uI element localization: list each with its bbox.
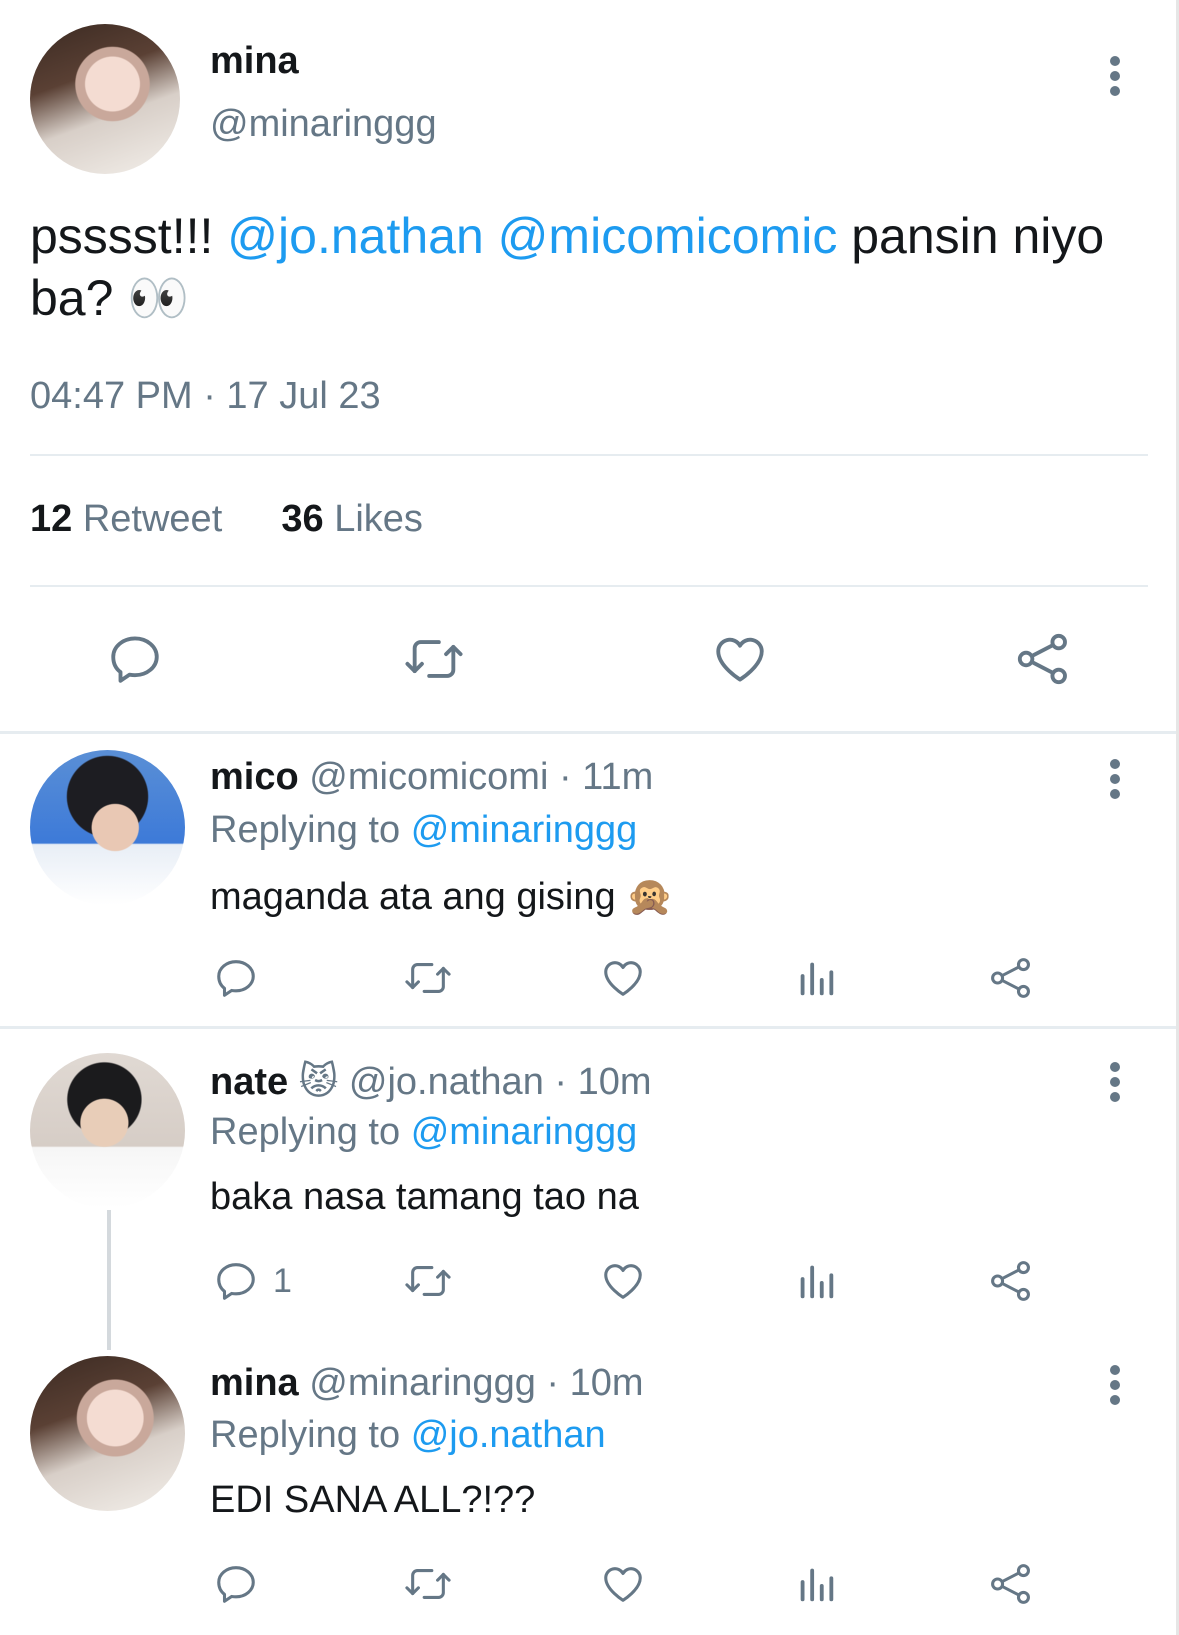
share-icon[interactable] bbox=[988, 1258, 1034, 1304]
divider bbox=[0, 731, 1176, 734]
retweet-icon[interactable] bbox=[402, 1258, 454, 1304]
more-icon[interactable] bbox=[1109, 1365, 1121, 1405]
like-icon[interactable] bbox=[600, 1561, 646, 1607]
mention-link[interactable]: @minaringgg bbox=[411, 1111, 638, 1153]
reply-text: EDI SANA ALL?!?? bbox=[210, 1479, 536, 1521]
author-handle[interactable]: @micomicomi bbox=[309, 756, 548, 798]
likes-label[interactable]: Likes bbox=[334, 498, 423, 540]
reply-header: mina @minaringgg · 10m bbox=[210, 1362, 644, 1405]
more-icon[interactable] bbox=[1109, 1062, 1121, 1102]
reply-time: · 11m bbox=[558, 756, 654, 798]
divider bbox=[30, 585, 1148, 587]
share-icon[interactable] bbox=[988, 1561, 1034, 1607]
divider bbox=[30, 454, 1148, 456]
like-icon[interactable] bbox=[600, 955, 646, 1001]
reply-text: maganda ata ang gising 🙊 bbox=[210, 876, 674, 918]
reply-icon[interactable]: 1 bbox=[213, 1258, 292, 1304]
avatar[interactable] bbox=[30, 1053, 185, 1208]
thread-line bbox=[107, 1210, 111, 1350]
replying-to: Replying to @jo.nathan bbox=[210, 1414, 606, 1457]
author-handle[interactable]: @minaringgg bbox=[210, 103, 437, 146]
reply-count: 1 bbox=[273, 1261, 292, 1300]
author-name[interactable]: mina bbox=[210, 40, 299, 83]
retweet-label[interactable]: Retweet bbox=[83, 498, 222, 540]
reply-time: · 10m bbox=[546, 1362, 644, 1404]
mention-link[interactable]: @jo.nathan bbox=[227, 208, 484, 264]
likes-count[interactable]: 36 bbox=[281, 498, 323, 540]
retweet-icon[interactable] bbox=[402, 1561, 454, 1607]
author-name[interactable]: nate bbox=[210, 1061, 288, 1103]
reply-time: · 10m bbox=[554, 1061, 652, 1103]
avatar[interactable] bbox=[30, 24, 180, 174]
replying-label: Replying to bbox=[210, 809, 401, 851]
avatar[interactable] bbox=[30, 750, 185, 905]
mention-link[interactable]: @minaringgg bbox=[411, 809, 638, 851]
share-icon[interactable] bbox=[1014, 630, 1072, 688]
retweet-icon[interactable] bbox=[402, 955, 454, 1001]
tweet-text: psssst!!! @jo.nathan @micomicomic pansin… bbox=[30, 205, 1150, 329]
author-handle[interactable]: @minaringgg bbox=[309, 1362, 536, 1404]
mention-link[interactable]: @jo.nathan bbox=[411, 1414, 606, 1456]
reply-icon[interactable] bbox=[213, 955, 259, 1001]
reply-header: mico @micomicomi · 11m bbox=[210, 756, 653, 799]
share-icon[interactable] bbox=[988, 955, 1034, 1001]
retweet-icon[interactable] bbox=[402, 630, 466, 688]
replying-to: Replying to @minaringgg bbox=[210, 1111, 637, 1154]
views-icon[interactable] bbox=[793, 1561, 839, 1607]
timestamp: 04:47 PM · 17 Jul 23 bbox=[30, 375, 381, 417]
reply-header: nate 😾 @jo.nathan · 10m bbox=[210, 1059, 652, 1104]
reply-icon[interactable] bbox=[213, 1561, 259, 1607]
more-icon[interactable] bbox=[1109, 759, 1121, 799]
replying-label: Replying to bbox=[210, 1414, 401, 1456]
tweet-text-part: psssst!!! bbox=[30, 208, 228, 264]
more-icon[interactable] bbox=[1109, 56, 1121, 96]
eyes-emoji: 👀 bbox=[127, 270, 190, 326]
author-name[interactable]: mina bbox=[210, 1362, 299, 1404]
views-icon[interactable] bbox=[793, 955, 839, 1001]
avatar[interactable] bbox=[30, 1356, 185, 1511]
replying-label: Replying to bbox=[210, 1111, 401, 1153]
like-icon[interactable] bbox=[600, 1258, 646, 1304]
mention-link[interactable]: @micomicomic bbox=[498, 208, 838, 264]
author-handle[interactable]: @jo.nathan bbox=[349, 1061, 544, 1103]
engagement-stats: 12 Retweet 36 Likes bbox=[30, 498, 423, 541]
views-icon[interactable] bbox=[793, 1258, 839, 1304]
tweet-text-part bbox=[484, 208, 498, 264]
reply-text: baka nasa tamang tao na bbox=[210, 1176, 639, 1218]
replying-to: Replying to @minaringgg bbox=[210, 809, 637, 852]
author-name[interactable]: mico bbox=[210, 756, 299, 798]
divider bbox=[0, 1026, 1176, 1029]
reply-icon[interactable] bbox=[106, 630, 164, 688]
retweet-count[interactable]: 12 bbox=[30, 498, 72, 540]
like-icon[interactable] bbox=[711, 630, 769, 688]
cat-emoji: 😾 bbox=[298, 1061, 339, 1103]
